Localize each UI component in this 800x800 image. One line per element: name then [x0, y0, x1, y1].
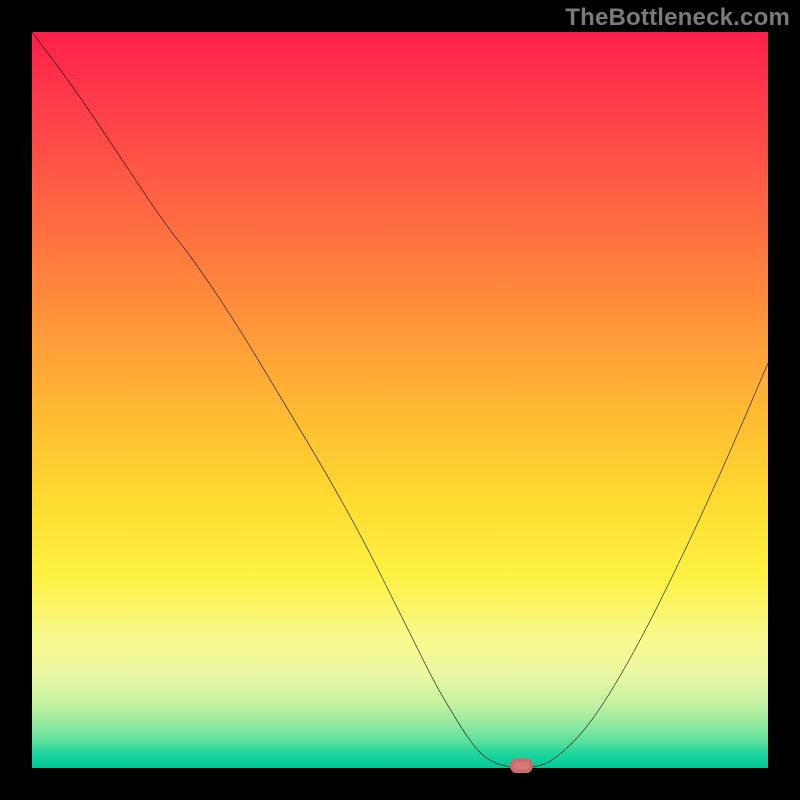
chart-frame: TheBottleneck.com [0, 0, 800, 800]
watermark-text: TheBottleneck.com [565, 4, 790, 32]
bottleneck-curve-path [32, 32, 768, 768]
optimal-marker [512, 760, 531, 771]
bottleneck-curve-svg [32, 32, 768, 768]
plot-area [32, 32, 768, 768]
